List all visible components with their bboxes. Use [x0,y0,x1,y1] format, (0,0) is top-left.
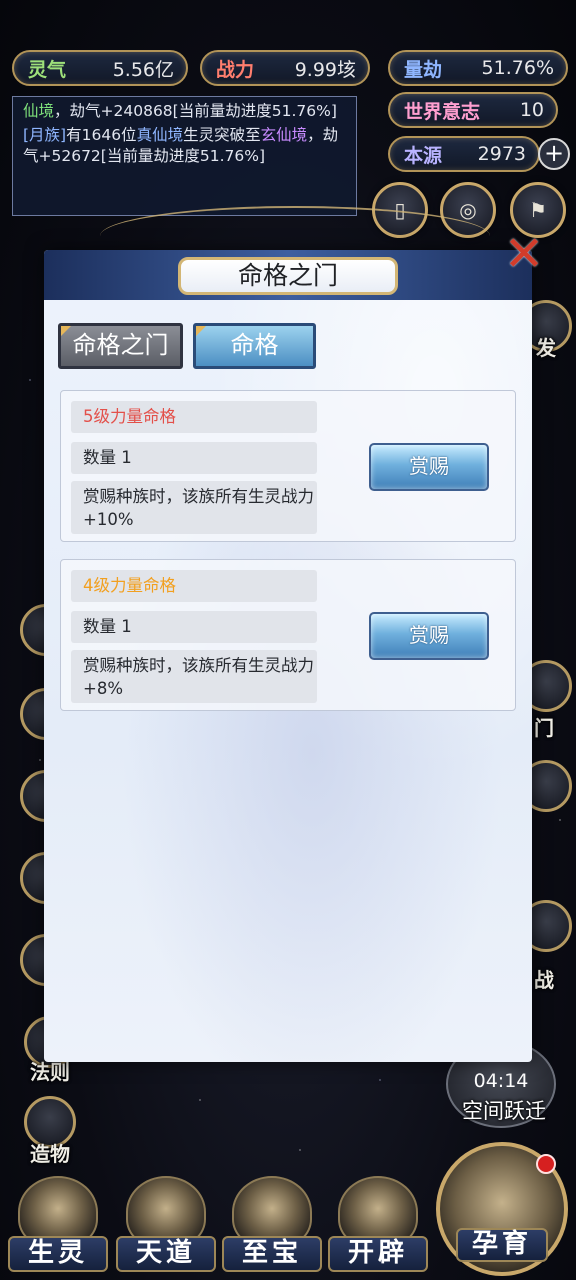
zhanli-stat: 战力 9.99垓 [200,50,370,86]
nav-kaipi-label: 开辟 [328,1236,428,1272]
shijie-stat: 世界意志 10 [388,92,558,128]
log-entry: [月族]有1646位真仙境生灵突破至玄仙境，劫气+52672[当前量劫进度51.… [23,125,346,167]
fate-card: 5级力量命格 数量 1 赏赐种族时，该族所有生灵战力+10% 赏赐 [60,390,516,542]
nav-kaipi[interactable]: 开辟 [328,1176,428,1276]
fate-name: 5级力量命格 [71,401,317,433]
nav-zhibao[interactable]: 至宝 [222,1176,322,1276]
zhanli-value: 9.99垓 [294,58,356,81]
fate-description: 赏赐种族时，该族所有生灵战力+10% [71,481,317,534]
zaowu-label: 造物 [30,1142,70,1166]
benyuan-value: 2973 [477,143,526,165]
log-text: ，劫气+240868[当前量劫进度51.76%] [54,102,337,120]
reward-button[interactable]: 赏赐 [369,612,489,660]
benyuan-label: 本源 [404,144,443,167]
fate-quantity: 数量 1 [71,611,317,643]
tab-fate-gate-label: 命格之门 [72,331,169,359]
log-text: 生灵突破至 [183,126,261,144]
zhanli-label: 战力 [216,58,255,81]
event-log: 仙境，劫气+240868[当前量劫进度51.76%] [月族]有1646位真仙境… [12,96,357,216]
log-entry: 仙境，劫气+240868[当前量劫进度51.76%] [23,101,346,122]
plus-icon: + [543,139,565,167]
nav-yunyu-label: 孕育 [456,1228,548,1262]
fa-label: 发 [536,336,556,360]
shijie-value: 10 [519,99,544,121]
log-race: [月族] [23,126,67,144]
log-realm: 玄仙境 [260,126,308,144]
vortex-icon: ◎ [459,198,477,222]
benyuan-stat: 本源 2973 [388,136,540,172]
lingqi-label: 灵气 [28,58,67,81]
log-realm: 仙境 [23,102,55,120]
zhan-label: 战 [534,968,554,992]
fate-card: 4级力量命格 数量 1 赏赐种族时，该族所有生灵战力+8% 赏赐 [60,559,516,711]
close-icon[interactable]: ✕ [498,228,550,280]
fate-quantity: 数量 1 [71,442,317,474]
tab-corner-mark [196,326,206,336]
fate-name: 4级力量命格 [71,570,317,602]
tab-corner-mark [61,326,71,336]
liangjie-value: 51.76% [481,57,554,79]
lingqi-stat: 灵气 5.56亿 [12,50,188,86]
nav-tiandao-label: 天道 [116,1236,216,1272]
shijie-label: 世界意志 [404,100,481,123]
tab-fate-gate[interactable]: 命格之门 [58,323,183,369]
lingqi-value: 5.56亿 [112,58,174,81]
timer-value: 04:14 [473,1070,529,1092]
tab-fate[interactable]: 命格 [193,323,316,369]
nav-shengling[interactable]: 生灵 [8,1176,108,1276]
reward-button[interactable]: 赏赐 [369,443,489,491]
fate-gate-modal: 命格之门 命格之门 命格 5级力量命格 数量 1 赏赐种族时，该族所有生灵战力+… [44,250,532,1062]
nav-zhibao-label: 至宝 [222,1236,322,1272]
liangjie-stat: 量劫 51.76% [388,50,568,86]
log-realm: 真仙境 [136,126,184,144]
nav-tiandao[interactable]: 天道 [116,1176,216,1276]
fate-description: 赏赐种族时，该族所有生灵战力+8% [71,650,317,703]
add-benyuan-button[interactable]: + [538,138,570,170]
log-text: 有1646位 [66,126,137,144]
tab-fate-label: 命格 [230,331,279,359]
men-label: 门 [534,716,554,740]
notification-dot [536,1154,556,1174]
timer-label: 空间跃迁 [462,1099,546,1123]
nav-shengling-label: 生灵 [8,1236,108,1272]
liangjie-label: 量劫 [404,58,443,81]
flag-icon: ⚑ [529,198,547,222]
modal-title: 命格之门 [178,257,398,295]
